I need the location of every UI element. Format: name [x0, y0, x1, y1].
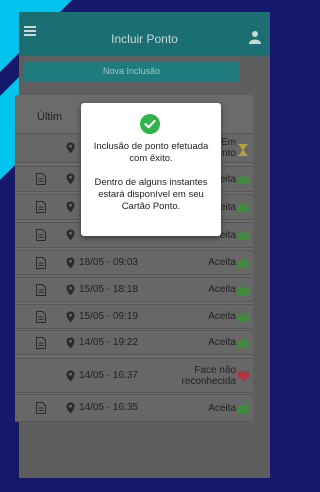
- location-pin-icon: [66, 142, 75, 154]
- thumbs-up-icon: [238, 201, 250, 212]
- row-status: eita: [219, 229, 236, 241]
- location-pin-icon: [66, 370, 75, 381]
- row-status: eita: [219, 173, 236, 185]
- row-status: Aceita: [208, 311, 236, 322]
- thumbs-up-icon: [238, 173, 250, 184]
- page-title: Incluir Ponto: [111, 32, 178, 46]
- thumbs-down-icon: [238, 370, 250, 381]
- document-icon: [36, 336, 46, 349]
- document-icon: [36, 256, 46, 269]
- row-datetime: 15/05 - 18:18: [79, 283, 138, 295]
- location-pin-icon: [66, 173, 75, 185]
- row-datetime: 18/05 - 09:03: [79, 256, 138, 268]
- row-status: eita: [219, 201, 236, 213]
- dialog-message-info: Dentro de alguns instantes estará dispon…: [94, 177, 208, 212]
- location-pin-icon: [66, 201, 75, 213]
- hourglass-icon: [238, 144, 248, 156]
- row-status: Aceita: [208, 337, 236, 348]
- location-pin-icon: [66, 337, 75, 348]
- row-status: Aceita: [208, 402, 236, 414]
- row-datetime: 14/05 - 16:35: [79, 402, 138, 413]
- row-status: Aceita: [208, 257, 236, 268]
- thumbs-up-icon: [238, 337, 250, 348]
- location-pin-icon: [66, 229, 75, 241]
- thumbs-up-icon: [238, 311, 250, 322]
- app-bar: Incluir Ponto: [19, 12, 270, 56]
- row-status: Em nto: [221, 137, 236, 159]
- document-icon: [36, 229, 46, 241]
- dialog-message-success: Inclusão de ponto efetuada com êxito.: [93, 141, 209, 164]
- location-pin-icon: [66, 284, 75, 295]
- row-datetime: 14/05 - 19:22: [79, 336, 138, 348]
- thumbs-up-icon: [238, 257, 250, 268]
- thumbs-up-icon: [238, 229, 250, 240]
- document-icon: [36, 402, 46, 414]
- location-pin-icon: [66, 257, 75, 268]
- document-icon: [36, 310, 46, 323]
- success-dialog[interactable]: Inclusão de ponto efetuada com êxito. De…: [81, 103, 221, 236]
- location-pin-icon: [66, 402, 75, 414]
- row-status: Aceita: [208, 284, 236, 295]
- history-title: Últim: [37, 111, 63, 123]
- document-icon: [36, 283, 46, 296]
- row-datetime: 15/05 - 09:19: [79, 310, 138, 322]
- thumbs-up-icon: [238, 284, 250, 295]
- user-icon[interactable]: [248, 30, 262, 44]
- thumbs-up-icon: [238, 402, 250, 413]
- row-status: Face não reconhecida: [181, 364, 236, 387]
- check-circle-icon: [140, 114, 160, 134]
- document-icon: [36, 201, 46, 213]
- document-icon: [36, 173, 46, 185]
- row-datetime: 14/05 - 16:37: [79, 369, 138, 381]
- location-pin-icon: [66, 311, 75, 322]
- new-inclusion-button[interactable]: Nova Inclusão: [24, 61, 239, 82]
